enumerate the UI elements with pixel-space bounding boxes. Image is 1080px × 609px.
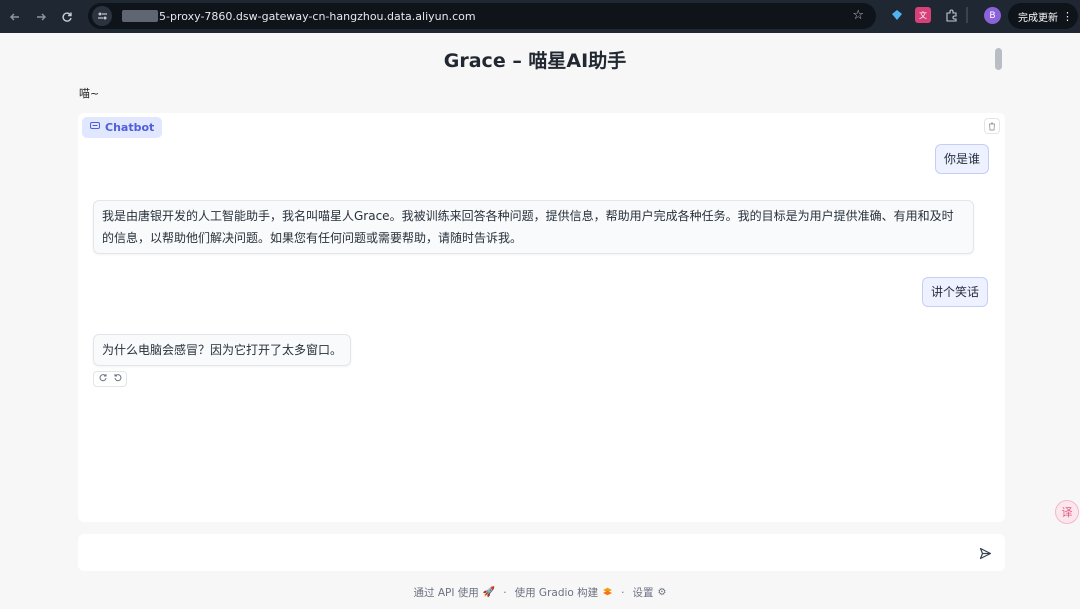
use-via-api-link[interactable]: 通过 API 使用 — [414, 585, 479, 600]
retry-icon[interactable] — [98, 373, 107, 385]
send-icon[interactable] — [977, 545, 993, 561]
footer-separator: · — [621, 586, 625, 599]
clear-chat-trash-icon[interactable] — [984, 118, 1000, 134]
message-actions — [93, 371, 127, 387]
message-input-container — [78, 534, 1005, 571]
floating-translate-icon[interactable]: 译 — [1055, 500, 1079, 524]
chatbot-panel — [78, 113, 1005, 522]
bot-message: 为什么电脑会感冒？因为它打开了太多窗口。 — [93, 334, 352, 366]
extension-translate-icon[interactable]: 文 — [915, 7, 931, 23]
gradio-logo-icon — [602, 587, 613, 599]
profile-avatar[interactable]: B — [984, 7, 1001, 24]
message-input[interactable] — [78, 534, 958, 571]
footer-separator: · — [503, 586, 507, 599]
scrollbar-thumb[interactable] — [995, 48, 1002, 70]
chatbot-label: Chatbot — [82, 117, 163, 138]
extension-diamond-icon[interactable] — [889, 7, 905, 23]
undo-icon[interactable] — [114, 373, 123, 385]
address-bar[interactable]: 5-proxy-7860.dsw-gateway-cn-hangzhou.dat… — [88, 3, 876, 29]
settings-gear-icon[interactable]: ⚙ — [658, 587, 667, 598]
built-with-gradio-link[interactable]: 使用 Gradio 构建 — [515, 585, 599, 600]
url-text: 5-proxy-7860.dsw-gateway-cn-hangzhou.dat… — [159, 9, 476, 23]
site-settings-icon[interactable] — [92, 6, 112, 26]
chatbot-label-text: Chatbot — [105, 121, 155, 134]
bookmark-star-icon[interactable]: ☆ — [852, 8, 864, 23]
footer: 通过 API 使用 🚀 · 使用 Gradio 构建 · 设置 ⚙ — [0, 585, 1080, 600]
reload-icon[interactable] — [54, 4, 80, 30]
back-arrow-icon[interactable] — [2, 4, 28, 30]
page-subtitle: 喵~ — [79, 87, 100, 100]
forward-arrow-icon[interactable] — [28, 4, 54, 30]
more-menu-icon[interactable]: ⋮ — [1062, 10, 1073, 23]
user-message: 讲个笑话 — [922, 277, 989, 307]
toolbar-divider — [966, 7, 968, 23]
user-message: 你是谁 — [935, 144, 990, 174]
extensions-puzzle-icon[interactable] — [943, 7, 959, 23]
chat-bubble-icon — [90, 121, 100, 134]
redacted-url-prefix — [122, 10, 158, 22]
update-button[interactable]: 完成更新 ⋮ — [1008, 3, 1078, 29]
rocket-icon: 🚀 — [482, 587, 496, 598]
page-title: Grace – 喵星AI助手 — [443, 50, 627, 72]
settings-link[interactable]: 设置 — [633, 585, 654, 600]
update-button-label: 完成更新 — [1018, 12, 1058, 24]
bot-message: 我是由唐银开发的人工智能助手，我名叫喵星人Grace。我被训练来回答各种问题，提… — [93, 200, 974, 254]
